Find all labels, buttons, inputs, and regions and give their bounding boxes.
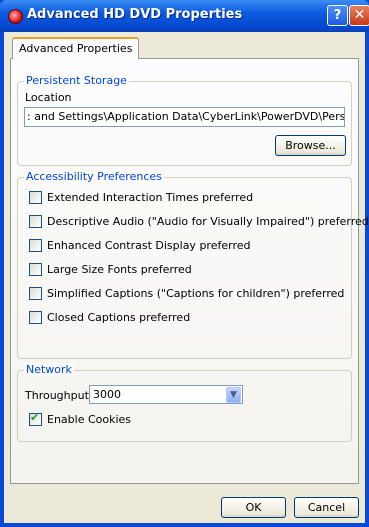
- title-bar[interactable]: Advanced HD DVD Properties ? ✕: [0, 0, 369, 32]
- location-label: Location: [25, 91, 72, 104]
- throughput-label: Throughput: [25, 389, 89, 402]
- simplified-captions-checkbox[interactable]: [29, 287, 42, 300]
- persistent-storage-group-label: Persistent Storage: [24, 74, 129, 87]
- network-group: Network Throughput 3000 ▼ Enable Cookies: [17, 363, 352, 442]
- tab-advanced-properties[interactable]: Advanced Properties: [12, 37, 140, 59]
- extended-interaction-checkbox[interactable]: [29, 191, 42, 204]
- enhanced-contrast-checkbox[interactable]: [29, 239, 42, 252]
- large-fonts-checkbox[interactable]: [29, 263, 42, 276]
- accessibility-preferences-group: Accessibility Preferences Extended Inter…: [17, 170, 369, 359]
- throughput-value: 3000: [93, 388, 121, 401]
- dialog-window: Advanced HD DVD Properties ? ✕ Advanced …: [0, 0, 369, 527]
- simplified-captions-label[interactable]: Simplified Captions ("Captions for child…: [47, 287, 344, 300]
- throughput-select[interactable]: 3000 ▼: [89, 385, 243, 404]
- enable-cookies-label[interactable]: Enable Cookies: [47, 413, 131, 426]
- enhanced-contrast-label[interactable]: Enhanced Contrast Display preferred: [47, 239, 250, 252]
- accessibility-group-label: Accessibility Preferences: [24, 170, 164, 183]
- help-button[interactable]: ?: [327, 5, 348, 26]
- tab-panel: Persistent Storage Location : and Settin…: [10, 58, 369, 484]
- cancel-button[interactable]: Cancel: [294, 497, 359, 518]
- enable-cookies-checkbox[interactable]: [29, 411, 42, 426]
- location-field[interactable]: : and Settings\Application Data\CyberLin…: [24, 107, 345, 127]
- browse-button[interactable]: Browse...: [275, 135, 346, 156]
- window-title: Advanced HD DVD Properties: [27, 7, 243, 22]
- app-icon: [8, 9, 23, 24]
- close-button[interactable]: ✕: [349, 5, 369, 26]
- descriptive-audio-checkbox[interactable]: [29, 215, 42, 228]
- closed-captions-label[interactable]: Closed Captions preferred: [47, 311, 190, 324]
- persistent-storage-group: Persistent Storage Location : and Settin…: [17, 74, 352, 166]
- dialog-client-area: Advanced Properties Persistent Storage L…: [4, 32, 369, 523]
- network-group-label: Network: [24, 363, 74, 376]
- descriptive-audio-label[interactable]: Descriptive Audio ("Audio for Visually I…: [47, 215, 369, 228]
- large-fonts-label[interactable]: Large Size Fonts preferred: [47, 263, 192, 276]
- ok-button[interactable]: OK: [221, 497, 286, 518]
- chevron-down-icon[interactable]: ▼: [226, 387, 241, 403]
- extended-interaction-label[interactable]: Extended Interaction Times preferred: [47, 191, 253, 204]
- closed-captions-checkbox[interactable]: [29, 311, 42, 324]
